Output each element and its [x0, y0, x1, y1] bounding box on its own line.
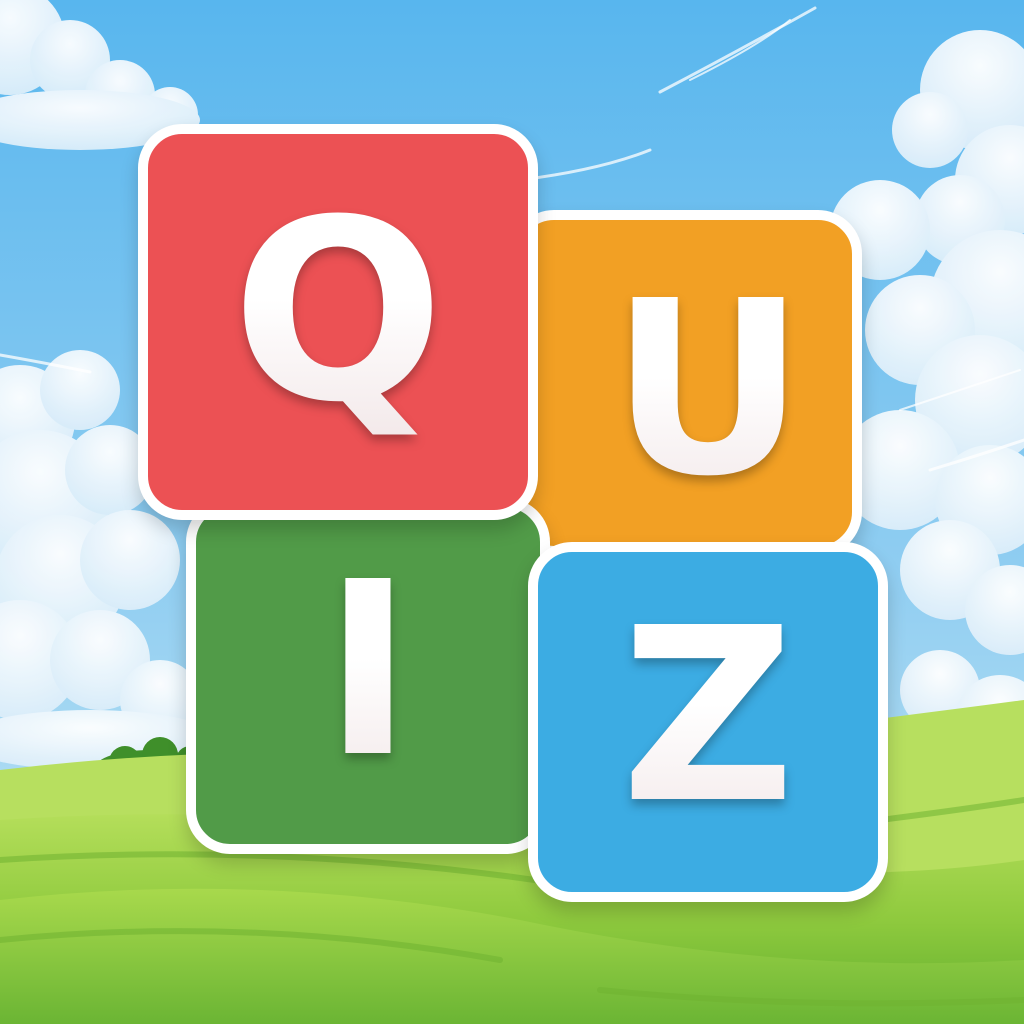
title-tile-u: U	[510, 210, 862, 556]
tile-letter-q: Q	[231, 166, 445, 457]
tile-letter-i: I	[323, 530, 413, 810]
title-tile-q: Q	[138, 124, 538, 520]
tile-letter-u: U	[610, 249, 806, 529]
title-tile-z: Z	[528, 542, 888, 902]
title-tile-i: I	[186, 498, 550, 854]
quiz-splash-screen: U I Z Q	[0, 0, 1024, 1024]
tile-letter-z: Z	[620, 576, 796, 856]
